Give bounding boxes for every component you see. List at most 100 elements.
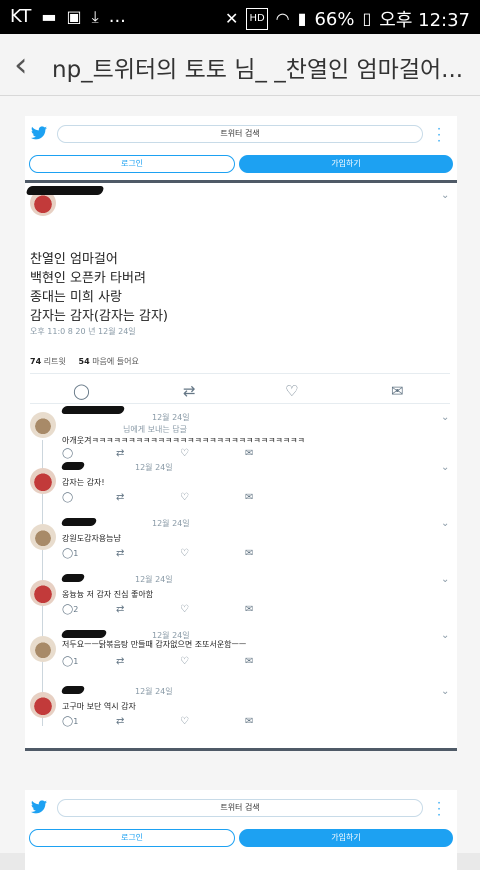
reply-date: 12월 24일 <box>135 687 173 696</box>
image-icon: ▣ <box>66 6 82 26</box>
chevron-down-icon[interactable]: ⌄ <box>441 574 449 585</box>
battery-icon: ▯ <box>362 9 372 28</box>
reply-avatar[interactable] <box>30 468 56 494</box>
more-menu-icon[interactable]: · · · <box>435 123 443 147</box>
reply-text: 저두요ㅡㅡ닭볶음탕 만들때 감자없으면 조또서운함ㅡㅡ <box>62 640 247 649</box>
reply-item[interactable]: 12월 24일 저두요ㅡㅡ닭볶음탕 만들때 감자없으면 조또서운함ㅡㅡ ◯1 ⇄… <box>25 630 457 692</box>
tweet-screenshot-card: 트위터 검색 · · · 로그인 가입하기 ⌄ 찬열인 엄마걸어 백현인 오픈카 타… <box>25 116 457 751</box>
heart-icon[interactable]: ♡ <box>180 656 189 667</box>
reply-count: 2 <box>73 605 79 614</box>
tweet-stats: 74 리트윗 54 마음에 들어요 <box>30 356 450 367</box>
twitter-header: 트위터 검색 · · · 로그인 가입하기 <box>25 116 457 176</box>
envelope-icon[interactable]: ✉ <box>391 382 404 400</box>
more-notifications: ... <box>108 6 126 27</box>
redacted-username <box>25 186 105 195</box>
wifi-icon: ◠ <box>275 9 290 28</box>
reply-icon[interactable]: ◯ <box>62 492 73 503</box>
page-content[interactable]: 트위터 검색 · · · 로그인 가입하기 ⌄ 찬열인 엄마걸어 백현인 오픈카 타… <box>0 96 480 870</box>
redacted-username <box>60 406 126 414</box>
heart-icon[interactable]: ♡ <box>180 716 189 727</box>
heart-icon[interactable]: ♡ <box>180 448 189 459</box>
retweet-icon[interactable]: ⇄ <box>183 382 196 400</box>
like-count: 54 <box>78 357 90 366</box>
envelope-icon[interactable]: ✉ <box>245 656 253 667</box>
reply-icon[interactable]: ◯ <box>62 448 73 459</box>
login-button[interactable]: 로그인 <box>29 155 235 173</box>
tweet-line: 감자는 감자(감자는 감자) <box>30 309 169 324</box>
retweet-icon[interactable]: ⇄ <box>116 604 124 615</box>
reply-actions: ◯1 ⇄ ♡ ✉ <box>62 548 262 560</box>
reply-icon[interactable]: ◯2 <box>62 604 78 615</box>
envelope-icon[interactable]: ✉ <box>245 604 253 615</box>
twitter-header: 트위터 검색 · · · 로그인 가입하기 <box>25 790 457 850</box>
back-arrow-icon[interactable]: ‹ <box>14 46 44 84</box>
more-menu-icon[interactable]: · · · <box>435 797 443 821</box>
status-bar: KT ▬ ▣ ⤓ ... ✕ HD ◠ ▮ 66% ▯ 오후 12:37 <box>0 0 480 34</box>
tweet-line: 찬열인 엄마걸어 <box>30 252 118 267</box>
envelope-icon[interactable]: ✉ <box>245 448 253 459</box>
reply-text: 고구마 보단 역시 감자 <box>62 702 136 711</box>
tweet-line: 백현인 오픈카 타버려 <box>30 271 146 286</box>
twitter-bird-icon <box>31 126 47 140</box>
app-bar: ‹ np_트위터의 토토 님_ _찬열인 엄마걸어... <box>0 34 480 96</box>
signup-button[interactable]: 가입하기 <box>239 829 453 847</box>
retweet-icon[interactable]: ⇄ <box>116 548 124 559</box>
reply-icon[interactable]: ◯1 <box>62 716 78 727</box>
page-title: np_트위터의 토토 님_ _찬열인 엄마걸어... <box>52 57 464 83</box>
reply-count: 1 <box>73 657 79 666</box>
tweet-text: 찬열인 엄마걸어 백현인 오픈카 타버려 종대는 미희 사랑 감자는 감자(감자… <box>30 250 450 326</box>
retweet-label[interactable]: 리트윗 <box>44 357 66 366</box>
reply-avatar[interactable] <box>30 524 56 550</box>
reply-text: 감자는 감자! <box>62 478 105 487</box>
signup-button[interactable]: 가입하기 <box>239 155 453 173</box>
twitter-bird-icon <box>31 800 47 814</box>
heart-icon[interactable]: ♡ <box>180 548 189 559</box>
mute-icon: ✕ <box>225 9 239 28</box>
tweet-line: 종대는 미희 사랑 <box>30 290 122 305</box>
actions-divider <box>30 403 450 404</box>
chevron-down-icon[interactable]: ⌄ <box>441 412 449 423</box>
reply-avatar[interactable] <box>30 692 56 718</box>
reply-icon[interactable]: ◯1 <box>62 548 78 559</box>
chevron-down-icon[interactable]: ⌄ <box>441 518 449 529</box>
reply-avatar[interactable] <box>30 636 56 662</box>
login-button[interactable]: 로그인 <box>29 829 235 847</box>
reply-icon[interactable]: ◯ <box>73 382 90 400</box>
heart-icon[interactable]: ♡ <box>180 492 189 503</box>
reply-item[interactable]: 12월 24일 님에게 보내는 답글 아개웃겨ㅋㅋㅋㅋㅋㅋㅋㅋㅋㅋㅋㅋㅋㅋㅋㅋㅋ… <box>25 406 457 468</box>
retweet-icon[interactable]: ⇄ <box>116 448 124 459</box>
envelope-icon[interactable]: ✉ <box>245 716 253 727</box>
reply-icon[interactable]: ◯1 <box>62 656 78 667</box>
retweet-icon[interactable]: ⇄ <box>116 656 124 667</box>
retweet-icon[interactable]: ⇄ <box>116 492 124 503</box>
reply-item[interactable]: 12월 24일 옹늉늉 저 감자 진심 좋아함 ◯2 ⇄ ♡ ✉ ⌄ <box>25 574 457 636</box>
like-label[interactable]: 마음에 들어요 <box>92 357 139 366</box>
reply-text: 옹늉늉 저 감자 진심 좋아함 <box>62 590 154 599</box>
reply-item[interactable]: 12월 24일 감자는 감자! ◯ ⇄ ♡ ✉ ⌄ <box>25 462 457 524</box>
heart-icon[interactable]: ♡ <box>285 382 298 400</box>
battery-percent: 66% <box>314 8 355 30</box>
heart-icon[interactable]: ♡ <box>180 604 189 615</box>
redacted-username <box>60 574 86 582</box>
envelope-icon[interactable]: ✉ <box>245 492 253 503</box>
reply-avatar[interactable] <box>30 580 56 606</box>
search-input[interactable]: 트위터 검색 <box>57 799 423 817</box>
reply-date: 12월 24일 <box>135 575 173 584</box>
retweet-count: 74 <box>30 357 42 366</box>
reply-item[interactable]: 12월 24일 강원도감자용늠냠 ◯1 ⇄ ♡ ✉ ⌄ <box>25 518 457 580</box>
chevron-down-icon[interactable]: ⌄ <box>441 190 449 201</box>
reply-date: 12월 24일 <box>135 463 173 472</box>
reply-avatar[interactable] <box>30 412 56 438</box>
reply-item[interactable]: 12월 24일 고구마 보단 역시 감자 ◯1 ⇄ ♡ ✉ ⌄ <box>25 686 457 748</box>
message-icon: ▬ <box>41 6 57 26</box>
chevron-down-icon[interactable]: ⌄ <box>441 462 449 473</box>
chevron-down-icon[interactable]: ⌄ <box>441 630 449 641</box>
retweet-icon[interactable]: ⇄ <box>116 716 124 727</box>
redacted-username <box>60 686 86 694</box>
reply-actions: ◯ ⇄ ♡ ✉ <box>62 448 262 460</box>
chevron-down-icon[interactable]: ⌄ <box>441 686 449 697</box>
header-divider <box>25 180 457 183</box>
search-input[interactable]: 트위터 검색 <box>57 125 423 143</box>
envelope-icon[interactable]: ✉ <box>245 548 253 559</box>
reply-text: 강원도감자용늠냠 <box>62 534 121 543</box>
